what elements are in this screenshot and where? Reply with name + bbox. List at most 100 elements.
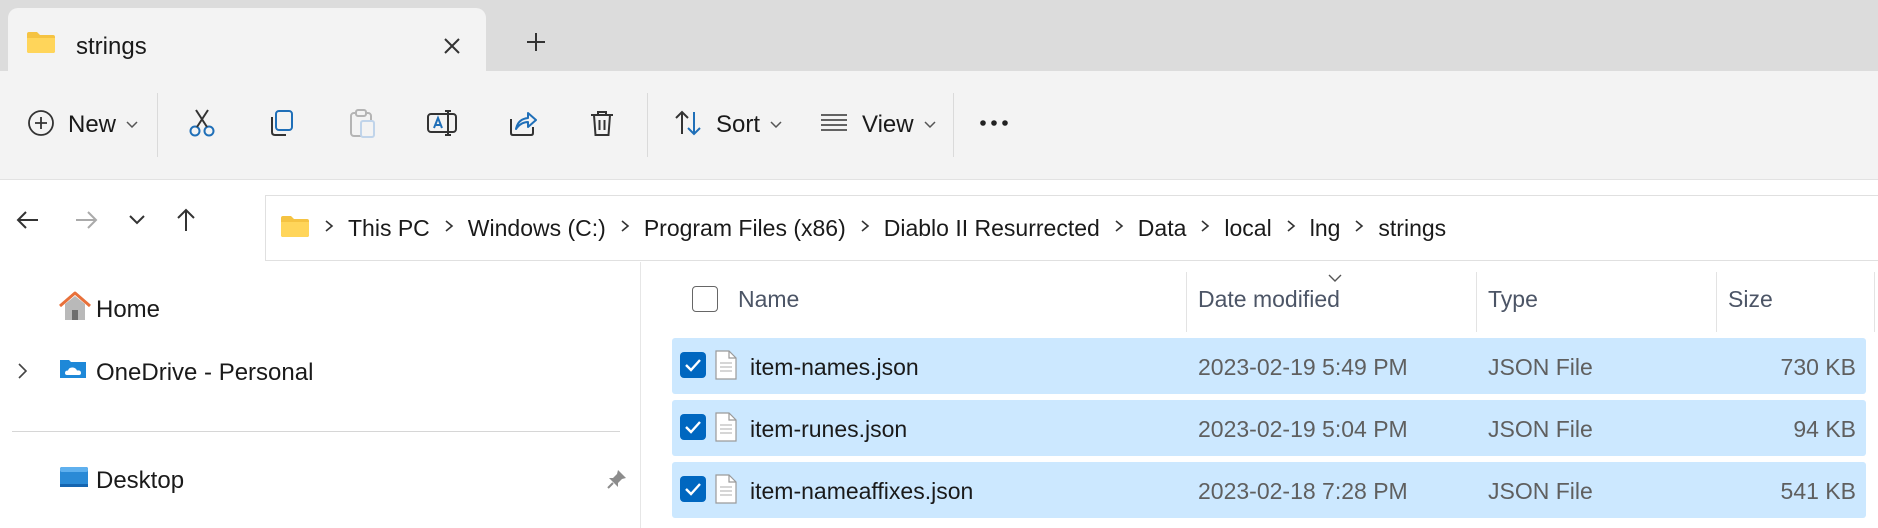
chevron-down-icon bbox=[126, 116, 138, 134]
folder-icon bbox=[26, 30, 56, 59]
sidebar-item-label: OneDrive - Personal bbox=[96, 358, 314, 386]
breadcrumb-data[interactable]: Data bbox=[1138, 215, 1187, 242]
copy-button[interactable] bbox=[266, 71, 298, 179]
arrow-up-icon bbox=[173, 207, 199, 238]
tab-bar: strings bbox=[0, 0, 1878, 71]
breadcrumb-program-files[interactable]: Program Files (x86) bbox=[644, 215, 846, 242]
sort-label: Sort bbox=[716, 111, 761, 138]
cut-button[interactable] bbox=[186, 71, 218, 179]
navigation-pane: Home OneDrive - Personal Desktop bbox=[0, 262, 640, 528]
column-header-type[interactable]: Type bbox=[1488, 286, 1538, 313]
home-icon bbox=[58, 290, 92, 329]
column-divider[interactable] bbox=[1716, 272, 1717, 332]
column-divider[interactable] bbox=[1874, 272, 1875, 332]
file-size: 94 KB bbox=[1793, 416, 1856, 442]
navigation-bar: This PC Windows (C:) Program Files (x86)… bbox=[0, 180, 1878, 262]
file-row[interactable]: item-runes.json 2023-02-19 5:04 PM JSON … bbox=[672, 400, 1866, 456]
file-row[interactable]: item-nameaffixes.json 2023-02-18 7:28 PM… bbox=[672, 462, 1866, 518]
command-bar: New Sort View bbox=[0, 71, 1878, 180]
new-label: New bbox=[68, 111, 117, 138]
file-type: JSON File bbox=[1488, 478, 1593, 504]
chevron-right-icon[interactable] bbox=[1354, 219, 1364, 238]
sort-button[interactable]: Sort bbox=[672, 71, 782, 179]
sidebar-item-home[interactable]: Home bbox=[58, 290, 160, 329]
new-tab-icon[interactable] bbox=[520, 26, 552, 58]
sort-icon bbox=[672, 107, 704, 144]
file-date: 2023-02-18 7:28 PM bbox=[1198, 478, 1408, 504]
breadcrumb-lng[interactable]: lng bbox=[1310, 215, 1341, 242]
row-checkbox[interactable] bbox=[680, 352, 706, 378]
desktop-icon bbox=[58, 464, 90, 497]
column-header-name[interactable]: Name bbox=[738, 286, 799, 313]
chevron-down-icon bbox=[770, 116, 782, 134]
share-button[interactable] bbox=[506, 71, 538, 179]
file-type: JSON File bbox=[1488, 416, 1593, 442]
trash-icon bbox=[586, 107, 618, 144]
onedrive-icon bbox=[58, 356, 90, 389]
expand-chevron-icon[interactable] bbox=[17, 362, 29, 385]
column-divider[interactable] bbox=[1476, 272, 1477, 332]
breadcrumb-this-pc[interactable]: This PC bbox=[348, 215, 430, 242]
up-button[interactable] bbox=[166, 202, 206, 242]
toolbar-separator bbox=[953, 93, 954, 157]
share-icon bbox=[506, 107, 538, 144]
clipboard-icon bbox=[346, 107, 378, 144]
file-size: 730 KB bbox=[1780, 354, 1856, 380]
chevron-down-icon bbox=[924, 116, 936, 134]
column-header-date[interactable]: Date modified bbox=[1198, 286, 1340, 313]
chevron-right-icon[interactable] bbox=[860, 219, 870, 238]
chevron-right-icon[interactable] bbox=[1200, 219, 1210, 238]
view-button[interactable]: View bbox=[818, 71, 936, 179]
document-icon bbox=[714, 350, 738, 385]
delete-button[interactable] bbox=[586, 71, 618, 179]
chevron-right-icon[interactable] bbox=[1286, 219, 1296, 238]
file-row[interactable]: item-names.json 2023-02-19 5:49 PM JSON … bbox=[672, 338, 1866, 394]
pin-icon[interactable] bbox=[606, 468, 628, 495]
toolbar-separator bbox=[647, 93, 648, 157]
file-date: 2023-02-19 5:49 PM bbox=[1198, 354, 1408, 380]
breadcrumb-diablo[interactable]: Diablo II Resurrected bbox=[884, 215, 1100, 242]
breadcrumb-strings[interactable]: strings bbox=[1378, 215, 1446, 242]
chevron-down-icon bbox=[128, 213, 146, 231]
new-button[interactable]: New bbox=[26, 71, 138, 179]
chevron-right-icon[interactable] bbox=[444, 219, 454, 238]
address-bar[interactable]: This PC Windows (C:) Program Files (x86)… bbox=[265, 195, 1878, 261]
sidebar-item-onedrive[interactable]: OneDrive - Personal bbox=[58, 356, 313, 389]
rename-icon bbox=[426, 107, 458, 144]
scissors-icon bbox=[186, 107, 218, 144]
copy-icon bbox=[266, 107, 298, 144]
recent-locations-button[interactable] bbox=[117, 202, 157, 242]
forward-button[interactable] bbox=[66, 202, 106, 242]
breadcrumb-windows-c[interactable]: Windows (C:) bbox=[468, 215, 606, 242]
back-button[interactable] bbox=[8, 202, 48, 242]
close-icon[interactable] bbox=[438, 32, 466, 60]
file-list: Name Date modified Type Size item-names.… bbox=[650, 262, 1878, 528]
document-icon bbox=[714, 412, 738, 447]
file-type: JSON File bbox=[1488, 354, 1593, 380]
chevron-right-icon[interactable] bbox=[620, 219, 630, 238]
paste-button[interactable] bbox=[346, 71, 378, 179]
tab-strings[interactable]: strings bbox=[8, 8, 486, 71]
chevron-right-icon[interactable] bbox=[1114, 219, 1124, 238]
view-label: View bbox=[862, 111, 914, 138]
sidebar-item-label: Home bbox=[96, 295, 161, 323]
sidebar-item-desktop[interactable]: Desktop bbox=[58, 464, 184, 497]
document-icon bbox=[714, 474, 738, 509]
column-divider[interactable] bbox=[1186, 272, 1187, 332]
tab-title: strings bbox=[76, 33, 147, 60]
rename-button[interactable] bbox=[426, 71, 458, 179]
plus-circle-icon bbox=[26, 108, 56, 143]
more-options-button[interactable] bbox=[978, 71, 1010, 179]
pane-splitter[interactable] bbox=[640, 262, 641, 528]
file-date: 2023-02-19 5:04 PM bbox=[1198, 416, 1408, 442]
row-checkbox[interactable] bbox=[680, 476, 706, 502]
toolbar-separator bbox=[157, 93, 158, 157]
file-size: 541 KB bbox=[1780, 478, 1856, 504]
chevron-right-icon bbox=[324, 219, 334, 238]
column-header-size[interactable]: Size bbox=[1728, 286, 1773, 313]
more-icon bbox=[978, 107, 1010, 144]
breadcrumb-local[interactable]: local bbox=[1224, 215, 1271, 242]
select-all-checkbox[interactable] bbox=[692, 286, 718, 312]
folder-icon bbox=[280, 214, 310, 243]
row-checkbox[interactable] bbox=[680, 414, 706, 440]
